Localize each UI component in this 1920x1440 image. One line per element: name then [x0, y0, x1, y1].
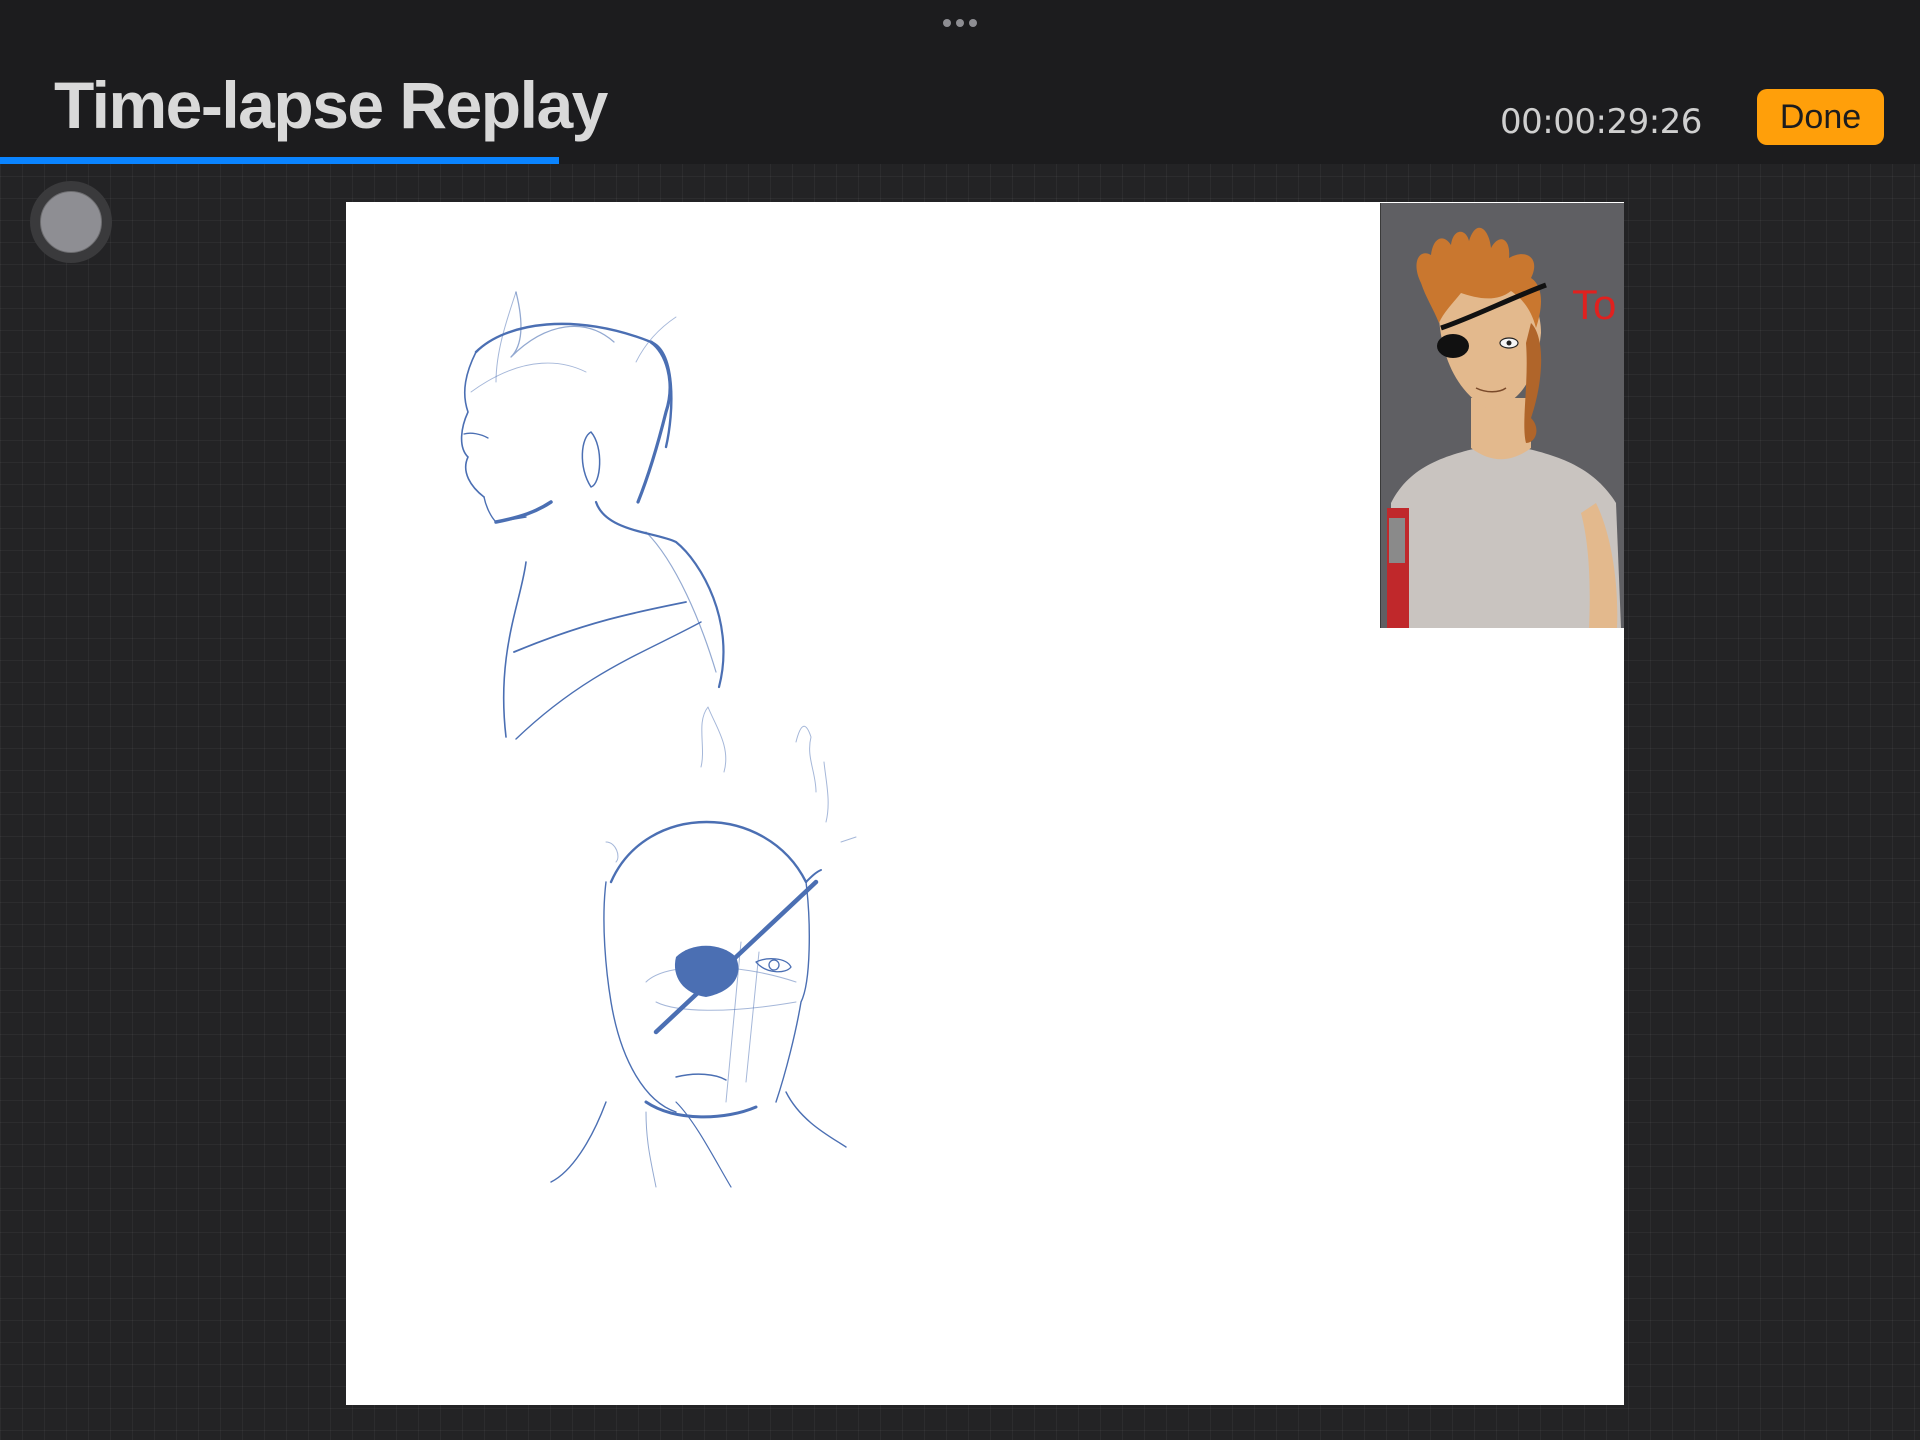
reference-image[interactable]: To [1380, 203, 1624, 628]
reference-character-illustration [1381, 203, 1624, 628]
dot [956, 19, 964, 27]
circle-button-icon [40, 191, 102, 253]
profile-head-sketch [460, 291, 725, 740]
dot [969, 19, 977, 27]
more-options-icon[interactable] [938, 16, 982, 30]
side-circle-button[interactable] [30, 181, 112, 263]
playback-progress-fill [0, 157, 559, 164]
playback-scrubber[interactable] [0, 157, 1920, 164]
done-button[interactable]: Done [1757, 89, 1884, 145]
eyepatch-fill [674, 945, 739, 997]
dot [943, 19, 951, 27]
page-title: Time-lapse Replay [54, 68, 608, 142]
reference-label: To [1572, 281, 1617, 328]
top-bar: Time-lapse Replay 00:00:29:26 Done [0, 0, 1920, 164]
playback-timecode: 00:00:29:26 [1500, 102, 1702, 142]
